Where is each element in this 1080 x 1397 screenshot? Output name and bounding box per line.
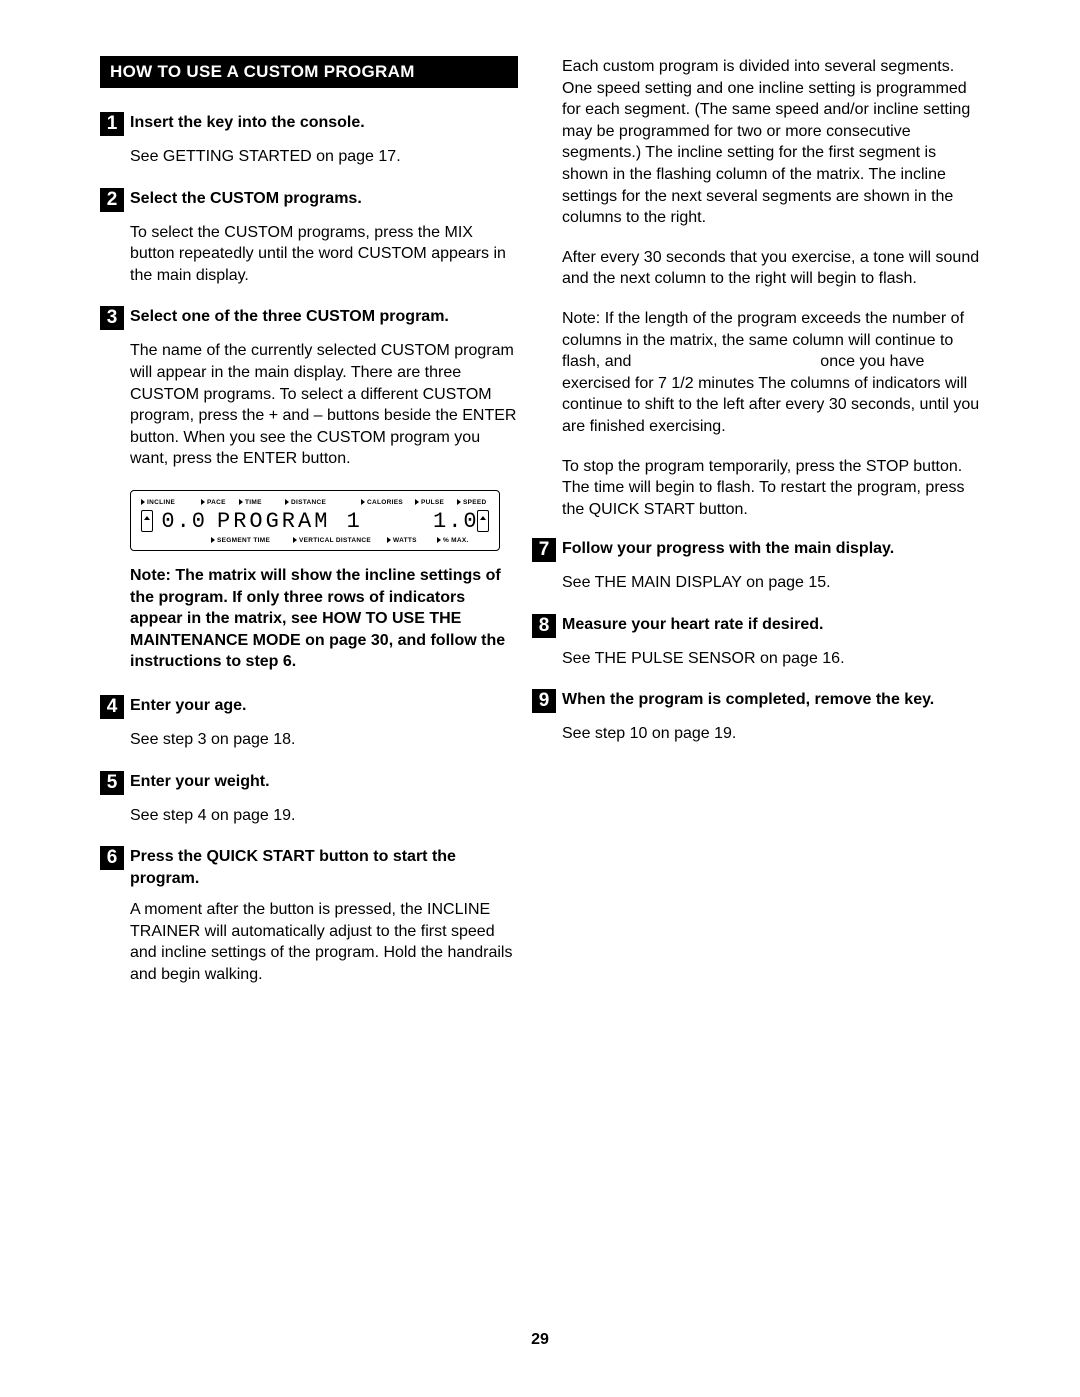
step-number: 2 <box>100 188 124 212</box>
step-6-body: A moment after the button is pressed, th… <box>130 899 518 985</box>
step-7-header: 7 Follow your progress with the main dis… <box>532 538 980 562</box>
step-8-header: 8 Measure your heart rate if desired. <box>532 614 980 638</box>
step-text: See GETTING STARTED on page 17. <box>130 146 518 168</box>
section-header: HOW TO USE A CUSTOM PROGRAM <box>100 56 518 88</box>
step-5-body: See step 4 on page 19. <box>130 805 518 827</box>
right-column: Each custom program is divided into seve… <box>562 56 980 1006</box>
step-9-header: 9 When the program is completed, remove … <box>532 689 980 713</box>
label-segment-time: SEGMENT TIME <box>211 537 293 544</box>
lcd-main-text: PROGRAM 1 <box>211 509 429 534</box>
incline-up-icon <box>141 510 153 532</box>
label-pace: PACE <box>201 499 239 506</box>
step-text: See step 3 on page 18. <box>130 729 518 751</box>
step-4-header: 4 Enter your age. <box>100 695 518 719</box>
label-percent-max: % MAX. <box>437 537 469 544</box>
step-title: Insert the key into the console. <box>130 112 365 134</box>
step-title: Press the QUICK START button to start th… <box>130 846 518 889</box>
step-2-header: 2 Select the CUSTOM programs. <box>100 188 518 212</box>
step-text: To select the CUSTOM programs, press the… <box>130 222 518 287</box>
step-text: A moment after the button is pressed, th… <box>130 899 518 985</box>
display-top-labels: INCLINE PACE TIME DISTANCE CALORIES PULS… <box>141 499 489 506</box>
step-title: When the program is completed, remove th… <box>562 689 934 711</box>
step-6-header: 6 Press the QUICK START button to start … <box>100 846 518 889</box>
step-title: Measure your heart rate if desired. <box>562 614 823 636</box>
lcd-speed-value: 1.0 <box>429 509 477 534</box>
step-number: 9 <box>532 689 556 713</box>
step-title: Enter your weight. <box>130 771 270 793</box>
label-vertical-distance: VERTICAL DISTANCE <box>293 537 387 544</box>
label-distance: DISTANCE <box>285 499 361 506</box>
step-text: See THE PULSE SENSOR on page 16. <box>562 648 980 670</box>
step-number: 6 <box>100 846 124 870</box>
two-column-layout: HOW TO USE A CUSTOM PROGRAM 1 Insert the… <box>100 56 980 1006</box>
label-watts: WATTS <box>387 537 437 544</box>
display-lcd-row: 0.0 PROGRAM 1 1.0 <box>141 509 489 534</box>
left-column: HOW TO USE A CUSTOM PROGRAM 1 Insert the… <box>100 56 518 1006</box>
label-time: TIME <box>239 499 285 506</box>
step-9-body: See step 10 on page 19. <box>562 723 980 745</box>
paragraph: Each custom program is divided into seve… <box>562 56 980 229</box>
step-1-header: 1 Insert the key into the console. <box>100 112 518 136</box>
paragraph: After every 30 seconds that you exercise… <box>562 247 980 290</box>
step-text: The name of the currently selected CUSTO… <box>130 340 518 470</box>
step-title: Select one of the three CUSTOM program. <box>130 306 449 328</box>
display-bottom-labels: SEGMENT TIME VERTICAL DISTANCE WATTS % M… <box>141 537 489 544</box>
step-title: Follow your progress with the main displ… <box>562 538 894 560</box>
label-speed: SPEED <box>457 499 487 506</box>
step-5-header: 5 Enter your weight. <box>100 771 518 795</box>
label-pulse: PULSE <box>415 499 457 506</box>
label-incline: INCLINE <box>141 499 201 506</box>
step-number: 7 <box>532 538 556 562</box>
step-1-body: See GETTING STARTED on page 17. <box>130 146 518 168</box>
step-title: Enter your age. <box>130 695 246 717</box>
step-number: 3 <box>100 306 124 330</box>
label-calories: CALORIES <box>361 499 415 506</box>
step-3-header: 3 Select one of the three CUSTOM program… <box>100 306 518 330</box>
lcd-incline-value: 0.0 <box>153 509 211 534</box>
step-number: 4 <box>100 695 124 719</box>
step-4-body: See step 3 on page 18. <box>130 729 518 751</box>
step-number: 5 <box>100 771 124 795</box>
step-8-body: See THE PULSE SENSOR on page 16. <box>562 648 980 670</box>
step-number: 1 <box>100 112 124 136</box>
step-text: See THE MAIN DISPLAY on page 15. <box>562 572 980 594</box>
matrix-note: Note: The matrix will show the incline s… <box>130 565 518 673</box>
step-number: 8 <box>532 614 556 638</box>
console-display-diagram: INCLINE PACE TIME DISTANCE CALORIES PULS… <box>130 490 500 551</box>
step-2-body: To select the CUSTOM programs, press the… <box>130 222 518 287</box>
step-6-continuation: Each custom program is divided into seve… <box>562 56 980 520</box>
step-text: See step 4 on page 19. <box>130 805 518 827</box>
step-3-body: The name of the currently selected CUSTO… <box>130 340 518 470</box>
speed-up-icon <box>477 510 489 532</box>
step-title: Select the CUSTOM programs. <box>130 188 362 210</box>
paragraph: To stop the program temporarily, press t… <box>562 456 980 521</box>
page-number: 29 <box>0 1331 1080 1349</box>
step-text: See step 10 on page 19. <box>562 723 980 745</box>
manual-page: HOW TO USE A CUSTOM PROGRAM 1 Insert the… <box>0 0 1080 1397</box>
step-7-body: See THE MAIN DISPLAY on page 15. <box>562 572 980 594</box>
paragraph: Note: If the length of the program excee… <box>562 308 980 438</box>
